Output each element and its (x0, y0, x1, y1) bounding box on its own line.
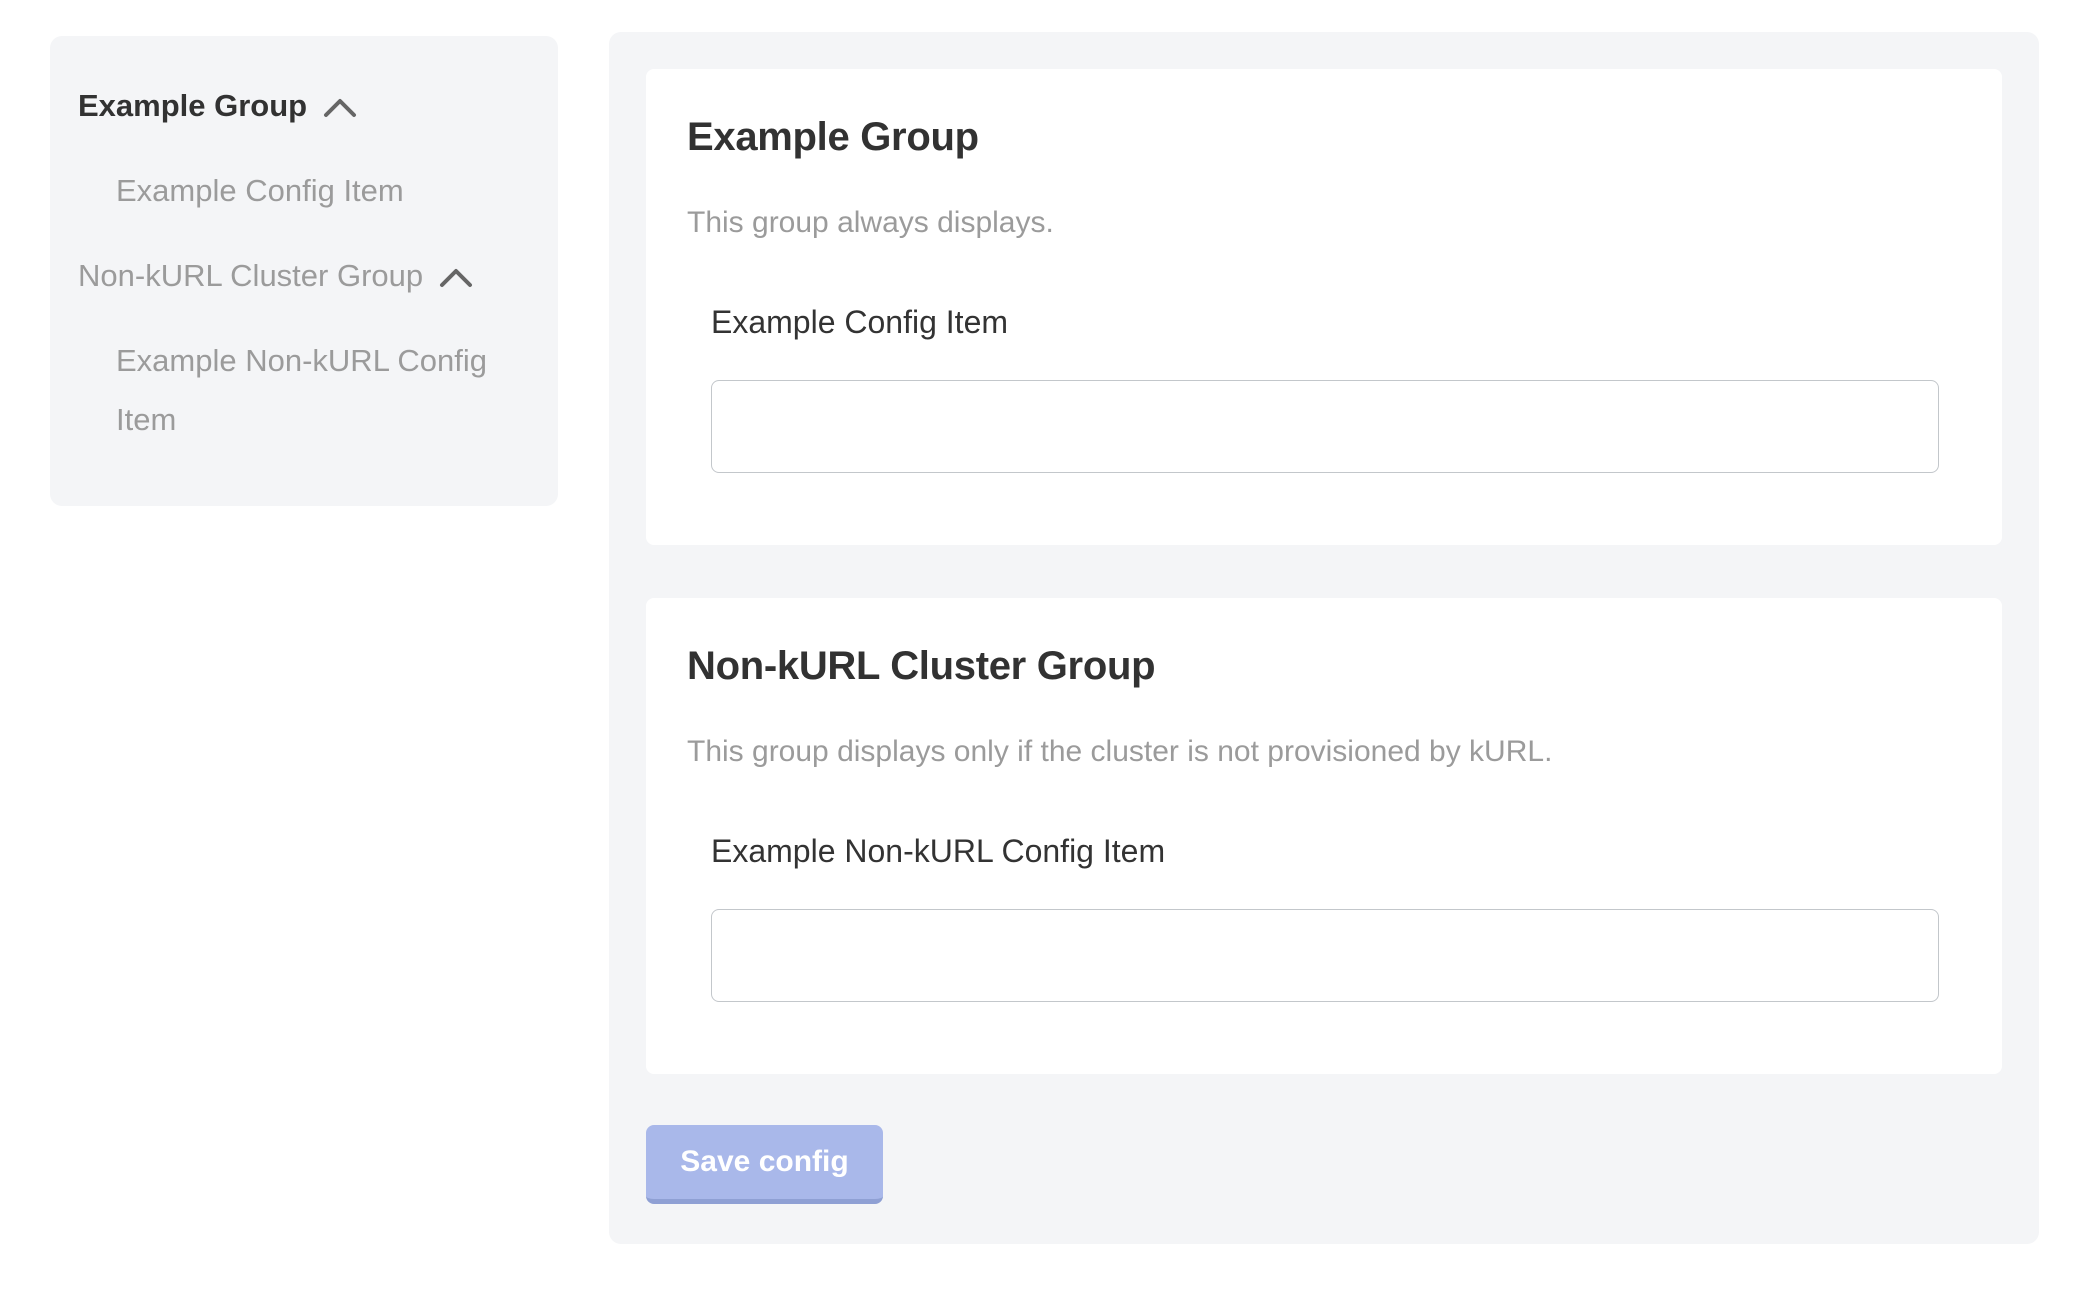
group-description: This group always displays. (687, 203, 1940, 242)
config-item-label: Example Non-kURL Config Item (711, 833, 1940, 870)
sidebar-group-non-kurl-cluster-group[interactable]: Non-kURL Cluster Group (78, 246, 530, 305)
chevron-up-icon (439, 267, 473, 288)
sidebar-group-label: Non-kURL Cluster Group (78, 246, 423, 305)
sidebar-group-example-group[interactable]: Example Group (78, 76, 530, 135)
config-group-card-non-kurl-cluster-group: Non-kURL Cluster Group This group displa… (646, 598, 2002, 1074)
group-title: Example Group (687, 113, 1940, 161)
sidebar-group-label: Example Group (78, 76, 307, 135)
chevron-up-icon (323, 97, 357, 118)
config-main-panel: Example Group This group always displays… (609, 32, 2039, 1244)
example-non-kurl-config-item-input[interactable] (711, 909, 1939, 1002)
example-config-item-input[interactable] (711, 380, 1939, 473)
config-item: Example Config Item (711, 304, 1940, 473)
config-item-label: Example Config Item (711, 304, 1940, 341)
config-item: Example Non-kURL Config Item (711, 833, 1940, 1002)
config-nav-sidebar: Example Group Example Config Item Non-kU… (50, 36, 558, 506)
sidebar-item-example-config-item[interactable]: Example Config Item (116, 161, 530, 220)
group-description: This group displays only if the cluster … (687, 732, 1940, 771)
save-config-button[interactable]: Save config (646, 1125, 883, 1204)
config-group-card-example-group: Example Group This group always displays… (646, 69, 2002, 545)
group-title: Non-kURL Cluster Group (687, 642, 1940, 690)
sidebar-item-example-non-kurl-config-item[interactable]: Example Non-kURL Config Item (116, 331, 530, 449)
